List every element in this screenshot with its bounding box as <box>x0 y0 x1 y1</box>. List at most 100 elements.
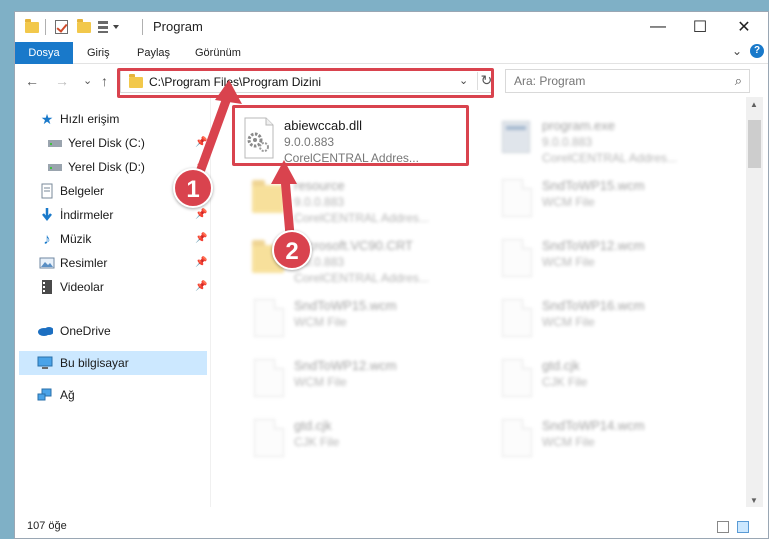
properties-icon[interactable] <box>55 18 68 36</box>
expand-ribbon-icon[interactable]: ⌄ <box>732 44 742 58</box>
file-item-sndtowp15-wcm[interactable]: SndToWP15.wcm WCM File <box>250 293 490 351</box>
dll-gear-icon <box>242 117 276 159</box>
status-bar: 107 öğe <box>15 507 768 538</box>
back-arrow-icon[interactable]: ← <box>25 73 39 89</box>
file-description: CorelCENTRAL Addres... <box>294 271 429 285</box>
file-type: CJK File <box>294 435 340 449</box>
folder-icon <box>25 18 39 36</box>
file-description: CorelCENTRAL Addres... <box>294 211 429 225</box>
scroll-up-icon[interactable]: ▲ <box>750 100 758 109</box>
file-item-sndtowp15-wcm[interactable]: SndToWP15.wcm WCM File <box>498 173 738 231</box>
sidebar-item-label: Belgeler <box>60 184 105 198</box>
search-icon[interactable]: ⌕ <box>735 73 742 89</box>
sidebar-item-downloads[interactable]: İndirmeler 📌 <box>15 203 210 227</box>
sidebar-item-onedrive[interactable]: OneDrive <box>15 319 210 343</box>
documents-icon <box>39 183 55 199</box>
pictures-icon <box>39 255 55 271</box>
address-bar[interactable]: C:\Program Files\Program Dizini ⌄ ↻ <box>120 69 493 93</box>
pin-icon[interactable]: 📌 <box>195 233 207 244</box>
minimize-button[interactable]: — <box>635 12 681 42</box>
file-item-sndtowp12-wcm[interactable]: SndToWP12.wcm WCM File <box>250 353 490 411</box>
customize-toolbar-icon[interactable] <box>97 18 123 36</box>
recent-locations-icon[interactable]: ⌄ <box>83 74 92 87</box>
scrollbar-thumb[interactable] <box>748 120 761 168</box>
address-path[interactable]: C:\Program Files\Program Dizini <box>149 75 321 89</box>
file-item-abiewccab-dll[interactable]: abiewccab.dll 9.0.0.883 CorelCENTRAL Add… <box>240 113 480 171</box>
up-arrow-icon[interactable]: ↑ <box>101 73 108 89</box>
folder-icon <box>252 177 286 219</box>
sidebar-item-label: Videolar <box>60 280 104 294</box>
tab-home[interactable]: Giriş <box>77 42 120 64</box>
download-icon <box>39 207 55 223</box>
chevron-down-icon[interactable]: ⌄ <box>459 74 468 87</box>
scroll-down-icon[interactable]: ▼ <box>750 496 758 505</box>
large-icons-view-icon[interactable] <box>737 521 749 533</box>
file-name: gtd.cjk <box>294 418 332 433</box>
sidebar-item-label: Yerel Disk (D:) <box>68 160 145 174</box>
music-icon: ♪ <box>43 230 51 248</box>
star-icon: ★ <box>40 110 54 127</box>
pin-icon[interactable]: 📌 <box>195 209 207 220</box>
document-icon <box>500 417 534 459</box>
file-name: SndToWP12.wcm <box>542 238 645 253</box>
file-name: gtd.cjk <box>542 358 580 373</box>
document-icon <box>500 357 534 399</box>
item-count: 107 öğe <box>27 520 67 532</box>
tab-view[interactable]: Görünüm <box>185 42 251 64</box>
network-icon <box>37 387 53 403</box>
document-icon <box>500 177 534 219</box>
search-input[interactable] <box>506 70 716 92</box>
file-description: CorelCENTRAL Addres... <box>542 151 677 165</box>
file-item-program-exe[interactable]: program.exe 9.0.0.883 CorelCENTRAL Addre… <box>498 113 738 171</box>
separator <box>142 18 143 36</box>
sidebar-item-quick-access[interactable]: ★ Hızlı erişim <box>15 107 210 131</box>
file-item-sndtowp16-wcm[interactable]: SndToWP16.wcm WCM File <box>498 293 738 351</box>
file-item-gtd-cjk[interactable]: gtd.cjk CJK File <box>498 353 738 411</box>
navigation-pane: ★ Hızlı erişim Yerel Disk (C:) 📌 Yerel D… <box>15 97 210 507</box>
search-box[interactable]: ⌕ <box>505 69 750 93</box>
help-icon[interactable]: ? <box>750 44 764 58</box>
sidebar-item-videos[interactable]: Videolar 📌 <box>15 275 210 299</box>
forward-arrow-icon[interactable]: → <box>55 73 69 89</box>
sidebar-item-network[interactable]: Ağ <box>15 383 210 407</box>
sidebar-item-label: Hızlı erişim <box>60 112 120 126</box>
sidebar-item-local-disk-c[interactable]: Yerel Disk (C:) 📌 <box>15 131 210 155</box>
file-name: SndToWP14.wcm <box>542 418 645 433</box>
sidebar-item-pictures[interactable]: Resimler 📌 <box>15 251 210 275</box>
new-folder-icon[interactable] <box>77 18 91 36</box>
sidebar-item-this-pc[interactable]: Bu bilgisayar <box>19 351 207 375</box>
file-item-gtd-cjk[interactable]: gtd.cjk CJK File <box>250 413 490 471</box>
address-row: ← → ⌄ ↑ C:\Program Files\Program Dizini … <box>15 65 768 97</box>
file-type: WCM File <box>542 435 595 449</box>
tab-file[interactable]: Dosya <box>15 42 73 64</box>
refresh-icon[interactable]: ↻ <box>477 72 493 90</box>
file-item-sndtowp12-wcm[interactable]: SndToWP12.wcm WCM File <box>498 233 738 291</box>
computer-icon <box>37 355 53 371</box>
details-view-icon[interactable] <box>717 521 729 533</box>
pane-divider[interactable] <box>210 97 211 507</box>
pin-icon[interactable]: 📌 <box>195 257 207 268</box>
file-name: SndToWP12.wcm <box>294 358 397 373</box>
ribbon-controls: ⌄ ? <box>732 44 764 58</box>
sidebar-item-label: İndirmeler <box>60 208 114 222</box>
file-type: WCM File <box>542 195 595 209</box>
file-name: SndToWP15.wcm <box>542 178 645 193</box>
file-item-resource[interactable]: resource 9.0.0.883 CorelCENTRAL Addres..… <box>250 173 490 231</box>
pin-icon[interactable]: 📌 <box>195 281 207 292</box>
document-icon <box>500 297 534 339</box>
drive-icon <box>47 135 63 151</box>
sidebar-item-label: Ağ <box>60 388 75 402</box>
tab-share[interactable]: Paylaş <box>127 42 180 64</box>
sidebar-item-music[interactable]: ♪ Müzik 📌 <box>15 227 210 251</box>
file-version: 9.0.0.883 <box>542 135 593 149</box>
close-button[interactable]: ✕ <box>721 12 767 42</box>
maximize-button[interactable]: ☐ <box>677 12 723 42</box>
step-marker-1: 1 <box>173 168 213 208</box>
sidebar-item-label: Yerel Disk (C:) <box>68 136 145 150</box>
file-item-sndtowp14-wcm[interactable]: SndToWP14.wcm WCM File <box>498 413 738 471</box>
file-description: CorelCENTRAL Addres... <box>284 151 419 165</box>
videos-icon <box>39 279 55 295</box>
sidebar-item-label: OneDrive <box>60 324 111 338</box>
folder-icon <box>129 74 143 88</box>
pin-icon[interactable]: 📌 <box>195 137 207 148</box>
